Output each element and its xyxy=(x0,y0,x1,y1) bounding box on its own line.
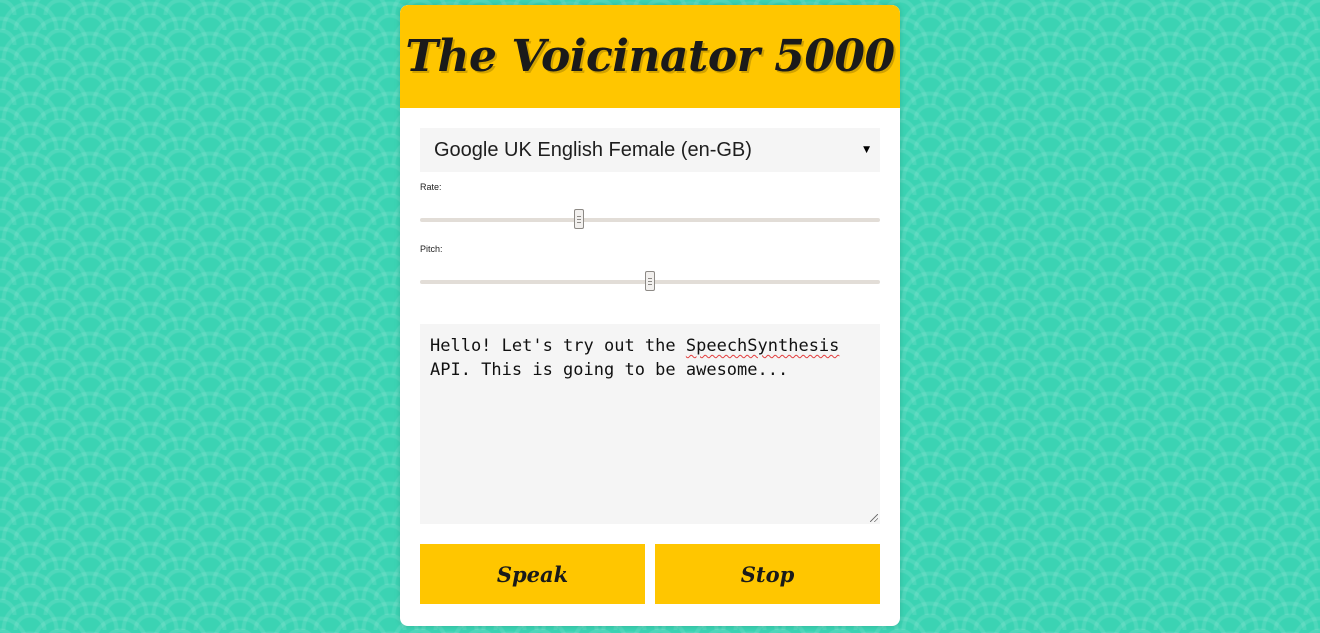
grip-line-icon xyxy=(577,218,582,220)
grip-line-icon xyxy=(648,283,652,285)
header: The Voicinator 5000 xyxy=(400,5,900,108)
speak-button[interactable]: Speak xyxy=(420,544,645,604)
voice-select-value: Google UK English Female (en-GB) xyxy=(434,138,752,161)
pitch-label: Pitch: xyxy=(420,244,443,254)
grip-line-icon xyxy=(648,280,652,282)
message-textarea[interactable]: Hello! Let's try out the SpeechSynthesis… xyxy=(420,324,880,524)
pitch-slider-thumb[interactable] xyxy=(645,271,655,291)
grip-line-icon xyxy=(577,221,582,223)
rate-label: Rate: xyxy=(420,182,442,192)
grip-line-icon xyxy=(577,215,582,217)
button-row: Speak Stop xyxy=(420,544,880,604)
message-text-before: Hello! Let's try out the xyxy=(430,336,686,356)
controls-panel: Google UK English Female (en-GB) ▼ Rate:… xyxy=(400,108,900,604)
spellcheck-word: SpeechSynthesis xyxy=(685,336,840,356)
resize-handle-icon[interactable] xyxy=(870,514,878,522)
pitch-slider[interactable] xyxy=(420,270,880,296)
voicinator-card: The Voicinator 5000 Google UK English Fe… xyxy=(400,5,900,626)
app-title: The Voicinator 5000 xyxy=(405,31,895,82)
rate-slider-track[interactable] xyxy=(420,218,880,222)
rate-slider-thumb[interactable] xyxy=(574,209,585,229)
triangle-down-icon: ▼ xyxy=(863,145,870,155)
grip-line-icon xyxy=(648,277,652,279)
rate-slider[interactable] xyxy=(420,208,880,234)
voice-select[interactable]: Google UK English Female (en-GB) ▼ xyxy=(420,128,880,172)
stop-button[interactable]: Stop xyxy=(655,544,880,604)
